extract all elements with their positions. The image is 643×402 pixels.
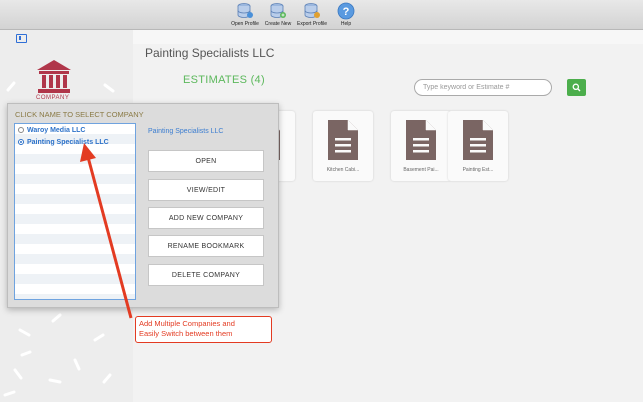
- estimate-card[interactable]: Kitchen Cabi...: [313, 111, 373, 181]
- callout-note: Add Multiple Companies and Easily Switch…: [135, 316, 272, 343]
- list-item[interactable]: Painting Specialists LLC: [15, 136, 135, 148]
- estimate-card[interactable]: Painting Est...: [448, 111, 508, 181]
- company-name: Painting Specialists LLC: [27, 138, 109, 146]
- top-toolbar: Open Profile Create New Export Profile ?…: [0, 0, 643, 30]
- company-list[interactable]: Waroy Media LLC Painting Specialists LLC: [14, 123, 136, 300]
- header-strip: [133, 30, 643, 44]
- view-edit-button[interactable]: VIEW/EDIT: [148, 179, 264, 201]
- radio-unselected[interactable]: [18, 127, 24, 133]
- building-icon: [37, 60, 71, 93]
- company-name: Waroy Media LLC: [27, 126, 86, 134]
- document-icon: [328, 120, 358, 160]
- selected-company-label: Painting Specialists LLC: [148, 128, 224, 135]
- callout-line: Add Multiple Companies and: [139, 319, 235, 328]
- dialog-header: CLICK NAME TO SELECT COMPANY: [15, 110, 144, 119]
- estimate-card-label: Basement Pai...: [403, 167, 439, 173]
- rename-bookmark-button[interactable]: RENAME BOOKMARK: [148, 235, 264, 257]
- add-new-company-button[interactable]: ADD NEW COMPANY: [148, 207, 264, 229]
- database-add-icon: [270, 3, 286, 18]
- svg-text:?: ?: [343, 6, 350, 18]
- open-button[interactable]: OPEN: [148, 150, 264, 172]
- panel-toggle-icon[interactable]: [16, 34, 27, 43]
- database-open-icon: [237, 3, 253, 18]
- list-item[interactable]: Waroy Media LLC: [15, 124, 135, 136]
- company-logo-text: COMPANY: [36, 95, 70, 101]
- help-label: Help: [340, 21, 352, 27]
- search-input[interactable]: [414, 79, 552, 96]
- document-icon: [406, 120, 436, 160]
- radio-selected[interactable]: [18, 139, 24, 145]
- estimate-card[interactable]: Basement Pai...: [391, 111, 451, 181]
- document-icon: [463, 120, 493, 160]
- callout-line: Easily Switch between them: [139, 329, 233, 338]
- select-company-dialog: CLICK NAME TO SELECT COMPANY Waroy Media…: [7, 103, 279, 308]
- help-button[interactable]: ? Help: [326, 2, 366, 27]
- help-icon: ?: [337, 2, 355, 20]
- search-button[interactable]: [567, 79, 586, 96]
- delete-company-button[interactable]: DELETE COMPANY: [148, 264, 264, 286]
- page-title: Painting Specialists LLC: [145, 46, 275, 60]
- estimate-card-label: Painting Est...: [462, 167, 494, 173]
- search-icon: [572, 83, 581, 92]
- estimates-header: ESTIMATES (4): [183, 74, 265, 86]
- database-export-icon: [304, 3, 320, 18]
- estimate-card-label: Kitchen Cabi...: [326, 167, 360, 173]
